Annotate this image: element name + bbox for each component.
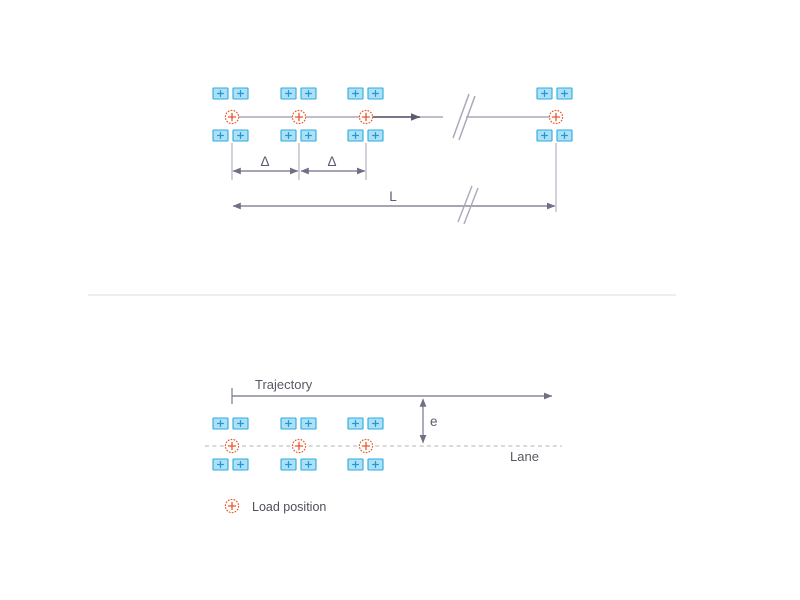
load-position-marker <box>224 438 240 454</box>
sensor-square <box>280 129 297 142</box>
load-position-marker <box>291 438 307 454</box>
load-position-marker <box>291 109 307 125</box>
sensor-square <box>280 87 297 100</box>
technical-diagram: Δ Δ L Trajectory Lane e Load position <box>88 87 676 514</box>
sensor-square <box>367 417 384 430</box>
sensor-square <box>367 87 384 100</box>
sensor-square <box>212 417 229 430</box>
sensor-square <box>347 87 364 100</box>
sensor-square <box>556 129 573 142</box>
sensor-square <box>300 458 317 471</box>
sensor-square <box>347 417 364 430</box>
lane-label: Lane <box>510 449 539 464</box>
top-diagram: Δ Δ L <box>212 87 573 225</box>
sensor-square <box>232 417 249 430</box>
load-position-marker <box>358 438 374 454</box>
sensor-square <box>367 129 384 142</box>
sensor-square <box>232 87 249 100</box>
sensor-square <box>300 417 317 430</box>
delta-2-label: Δ <box>327 154 336 169</box>
sensor-square <box>300 87 317 100</box>
sensor-square <box>280 417 297 430</box>
sensor-square <box>300 129 317 142</box>
sensor-square <box>280 458 297 471</box>
sensor-square <box>536 129 553 142</box>
sensor-square <box>212 87 229 100</box>
length-label: L <box>389 189 397 204</box>
load-position-marker <box>548 109 564 125</box>
bottom-diagram: Trajectory Lane e <box>205 377 562 471</box>
sensor-square <box>347 129 364 142</box>
load-position-marker <box>224 109 240 125</box>
delta-1-label: Δ <box>260 154 269 169</box>
sensor-square <box>556 87 573 100</box>
sensor-square <box>232 458 249 471</box>
sensor-square <box>367 458 384 471</box>
legend: Load position <box>224 498 326 514</box>
load-position-marker <box>358 109 374 125</box>
sensor-square <box>536 87 553 100</box>
break-symbol-length <box>457 185 479 225</box>
trajectory-label: Trajectory <box>255 377 313 392</box>
legend-load-position-label: Load position <box>252 500 326 514</box>
sensor-square <box>232 129 249 142</box>
legend-load-position-marker <box>224 498 240 514</box>
sensor-square <box>347 458 364 471</box>
eccentricity-label: e <box>430 414 438 429</box>
figure-root: Δ Δ L Trajectory Lane e Load position <box>0 0 800 600</box>
sensor-square <box>212 458 229 471</box>
sensor-square <box>212 129 229 142</box>
